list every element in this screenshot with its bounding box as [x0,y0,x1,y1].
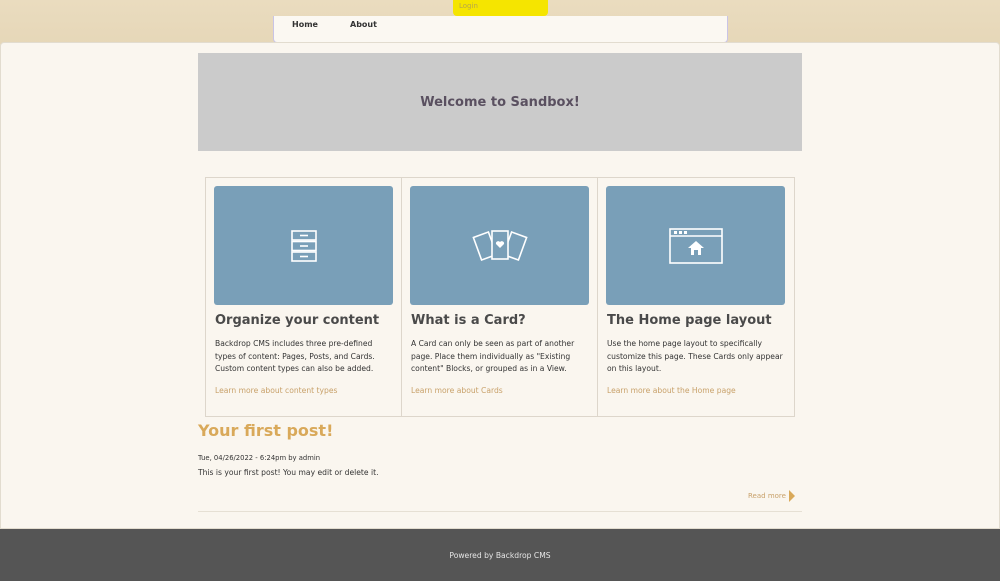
card-learn-more-link[interactable]: Learn more about content types [215,386,337,395]
filing-cabinet-icon [290,229,317,262]
nav-item-home[interactable]: Home [292,20,318,29]
post-divider [198,511,802,512]
card-description: Backdrop CMS includes three pre-defined … [215,339,375,373]
footer-powered-by[interactable]: Powered by Backdrop CMS [449,551,550,560]
login-link[interactable]: Login [453,0,548,16]
cards-icon [471,229,528,261]
nav-item-about[interactable]: About [350,20,377,29]
card-description: A Card can only be seen as part of anoth… [411,339,575,373]
read-more-label: Read more [748,492,786,500]
card-title: Organize your content [215,313,380,328]
card-learn-more-link[interactable]: Learn more about Cards [411,386,503,395]
home-layout-icon [668,227,723,264]
card-image [410,186,589,305]
main-navigation: Home About [273,16,728,43]
card-learn-more-link[interactable]: Learn more about the Home page [607,386,736,395]
card-title: The Home page layout [607,313,772,328]
card-organize-content: Organize your content Backdrop CMS inclu… [206,178,402,416]
card-description: Use the home page layout to specifically… [607,339,783,373]
card-home-layout: The Home page layout Use the home page l… [598,178,794,416]
site-footer: Powered by Backdrop CMS [0,529,1000,581]
card-image [214,186,393,305]
hero-title: Welcome to Sandbox! [420,94,580,110]
post-meta: Tue, 04/26/2022 - 6:24pm by admin [198,454,321,462]
card-what-is-card: What is a Card? A Card can only be seen … [402,178,598,416]
read-more-link[interactable]: Read more [748,490,795,502]
card-row: Organize your content Backdrop CMS inclu… [205,177,795,417]
post-title-link[interactable]: Your first post! [198,421,333,440]
arrow-right-icon [788,490,795,502]
hero-banner: Welcome to Sandbox! [198,53,802,151]
card-image [606,186,785,305]
card-title: What is a Card? [411,313,526,328]
post-body: This is your first post! You may edit or… [198,468,379,477]
